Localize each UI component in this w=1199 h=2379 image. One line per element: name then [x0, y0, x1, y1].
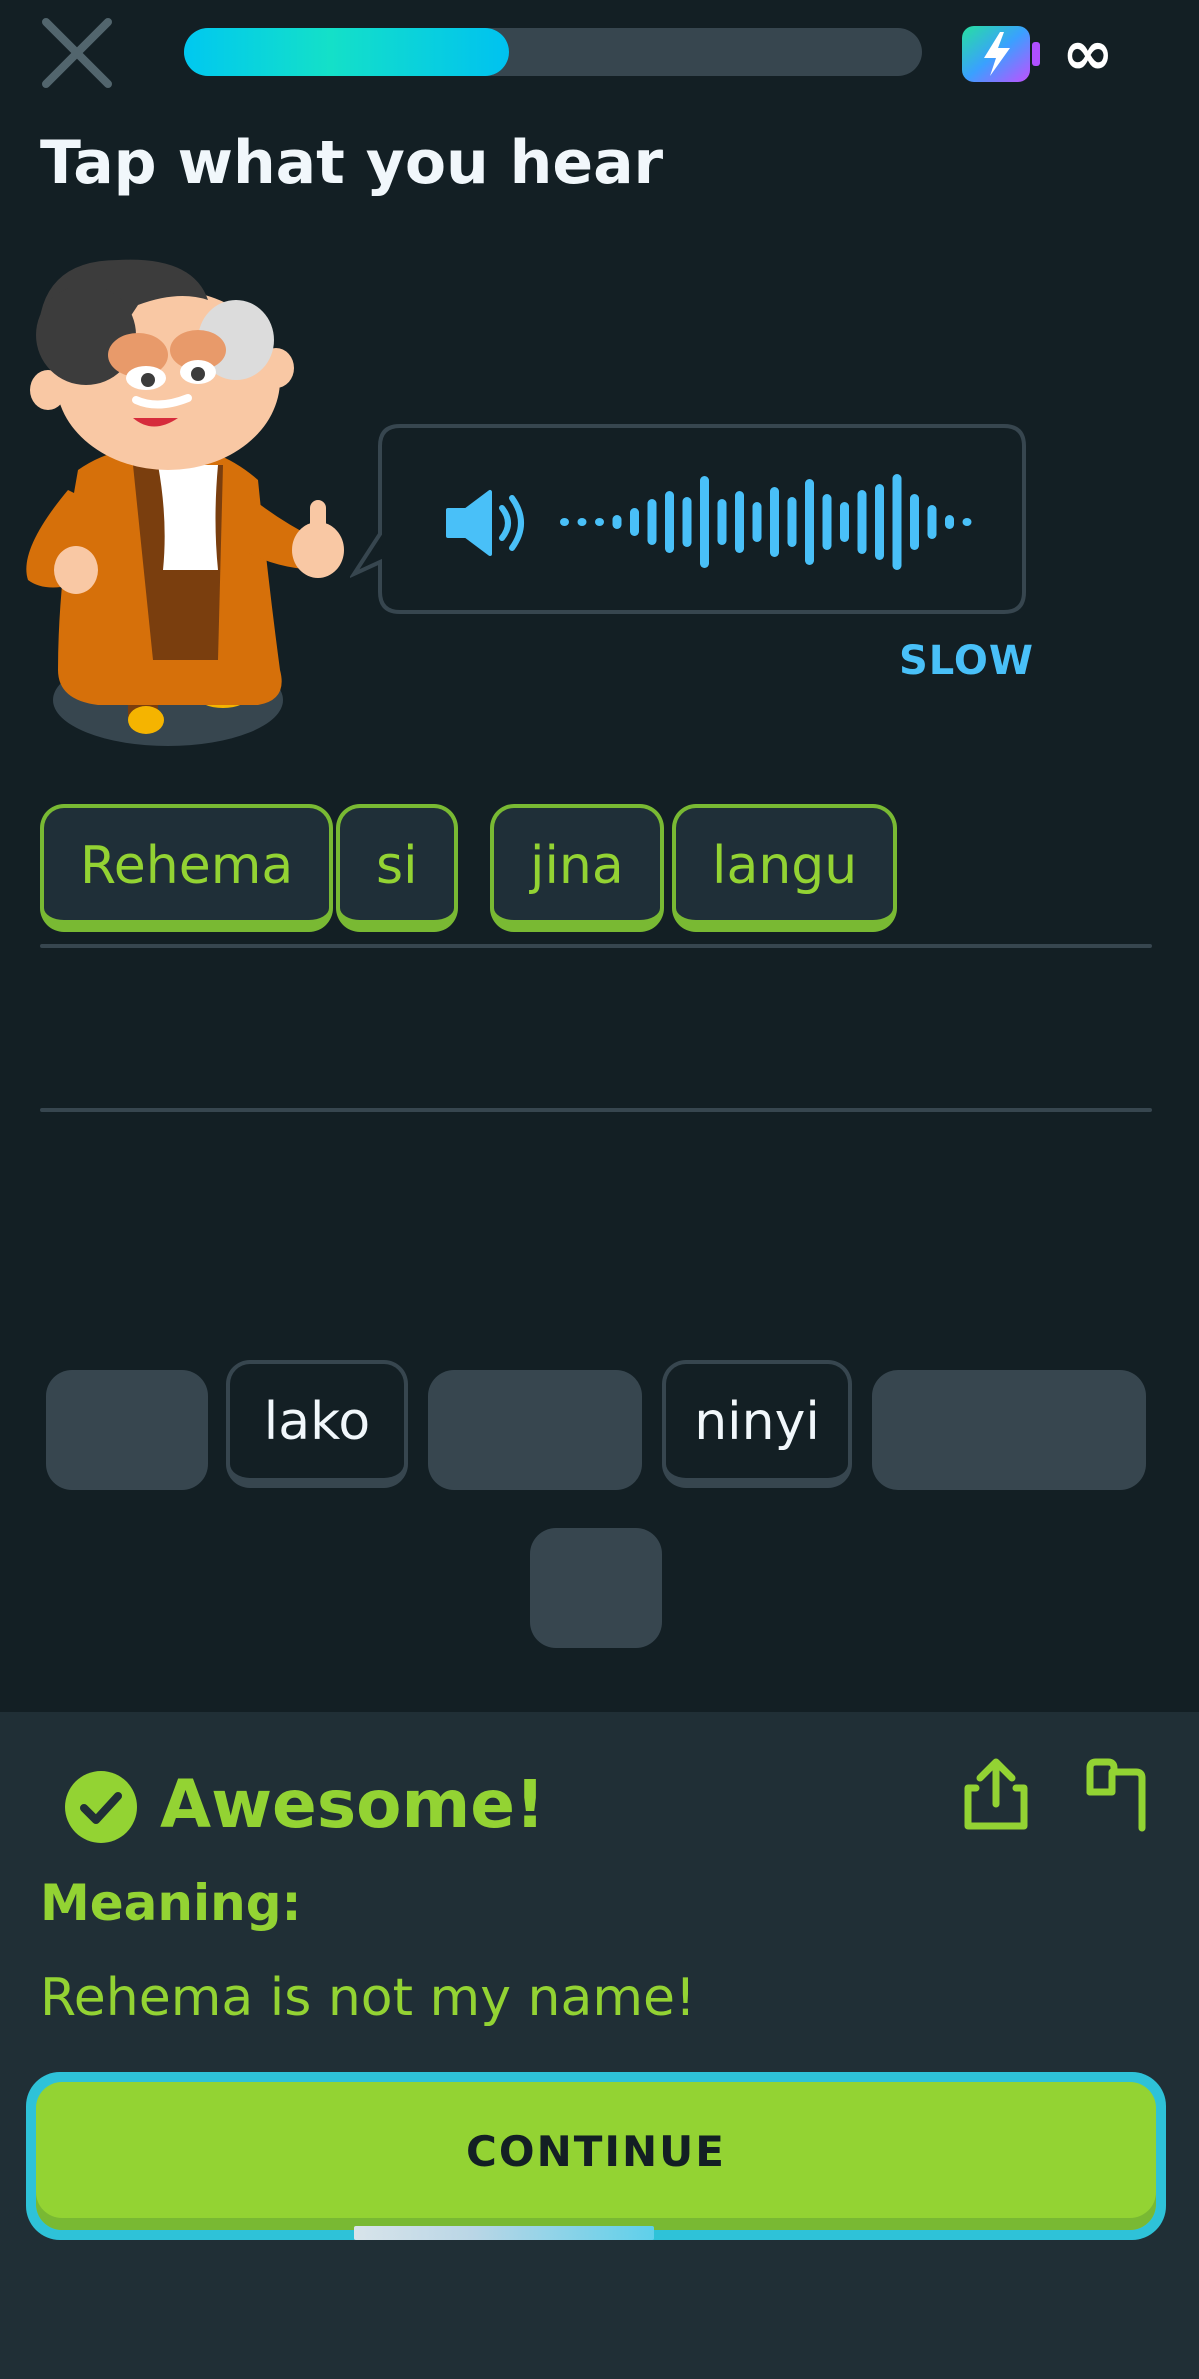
word-bank-slot-empty [530, 1528, 662, 1648]
meaning-text: Rehema is not my name! [40, 1968, 696, 2028]
word-bank-slot-empty [46, 1370, 208, 1490]
check-icon [64, 1770, 138, 1844]
waveform-bar [682, 497, 692, 547]
report-flag-icon[interactable] [1082, 1758, 1146, 1832]
waveform-bar [787, 497, 797, 547]
waveform-bar [927, 505, 937, 539]
page-title: Tap what you hear [40, 128, 664, 198]
word-bank-chip[interactable]: lako [226, 1360, 408, 1488]
energy-battery-icon[interactable] [960, 24, 1044, 84]
close-icon [42, 18, 112, 88]
answer-word-chip[interactable]: Rehema [40, 804, 334, 932]
progress-fill [184, 28, 509, 76]
waveform-bar [700, 476, 709, 568]
audio-speech-bubble[interactable] [348, 422, 1030, 620]
answer-word-chip[interactable]: jina [490, 804, 664, 932]
meaning-label: Meaning: [40, 1874, 302, 1932]
share-icon[interactable] [962, 1758, 1030, 1832]
word-bank: lako ninyi [0, 1358, 1199, 1658]
waveform-bar [717, 499, 727, 545]
waveform-bar [752, 502, 762, 542]
waveform-bar [647, 499, 657, 545]
focus-indicator [354, 2226, 654, 2240]
waveform-bar [945, 515, 954, 529]
continue-button[interactable]: CONTINUE [36, 2082, 1156, 2230]
waveform-bar [612, 515, 622, 529]
answer-word-chip[interactable]: langu [672, 804, 898, 932]
answer-line [40, 1108, 1152, 1112]
word-bank-chip[interactable]: ninyi [662, 1360, 852, 1488]
word-bank-slot-empty [428, 1370, 642, 1490]
continue-button-focus-ring: CONTINUE [26, 2072, 1166, 2240]
slow-audio-button[interactable]: SLOW [899, 638, 1034, 684]
waveform-bar [857, 490, 867, 554]
answer-word-chip[interactable]: si [336, 804, 458, 932]
lesson-progress-bar [184, 28, 922, 76]
audio-waveform [560, 474, 972, 570]
waveform-bar [577, 518, 587, 526]
waveform-bar [665, 491, 674, 553]
waveform-bar [595, 518, 604, 526]
speaker-icon[interactable] [444, 488, 528, 558]
waveform-bar [962, 518, 972, 526]
waveform-bar [892, 474, 902, 570]
waveform-bar [822, 494, 832, 550]
waveform-bar [630, 508, 639, 536]
feedback-heading: Awesome! [160, 1766, 546, 1843]
waveform-bar [770, 487, 779, 557]
infinite-energy-label: ∞ [1062, 16, 1114, 89]
close-button[interactable] [38, 18, 118, 90]
waveform-bar [560, 518, 569, 526]
waveform-bar [735, 491, 744, 553]
waveform-bar [805, 479, 814, 565]
word-bank-slot-empty [872, 1370, 1146, 1490]
answer-row: Rehema si jina langu [40, 804, 1152, 940]
waveform-bar [875, 484, 884, 560]
waveform-bar [840, 502, 849, 542]
character-illustration [18, 250, 358, 760]
waveform-bar [910, 494, 919, 550]
answer-line [40, 944, 1152, 948]
